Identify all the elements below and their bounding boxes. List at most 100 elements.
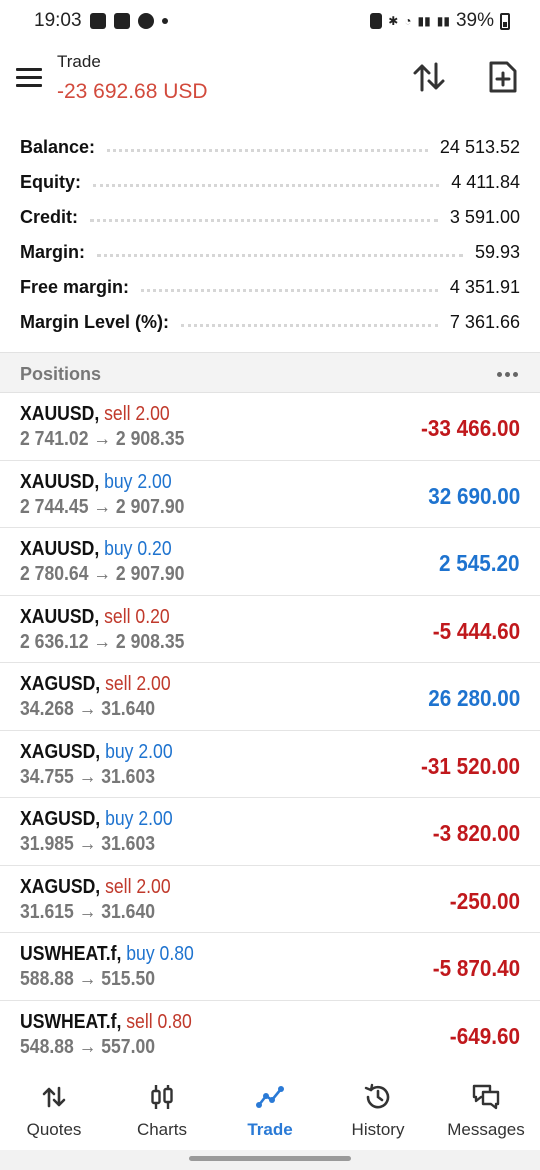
position-profit: 26 280.00 — [427, 685, 520, 711]
position-row[interactable]: XAUUSD, sell 2.00 2 741.02 → 2 908.35 -3… — [0, 393, 540, 461]
position-side: buy 0.20 — [104, 538, 172, 560]
wifi-icon: ◔ — [404, 14, 412, 28]
position-row[interactable]: XAGUSD, buy 2.00 31.985 → 31.603 -3 820.… — [0, 798, 540, 866]
position-symbol: XAGUSD, — [20, 808, 101, 830]
summary-value: 4 351.91 — [449, 277, 520, 297]
nav-charts[interactable]: Charts — [108, 1062, 216, 1152]
battery-icon — [500, 12, 510, 30]
dotted-leader — [141, 289, 438, 292]
menu-icon[interactable] — [16, 68, 42, 88]
position-prices: 31.985 → 31.603 — [20, 833, 156, 855]
page-title: Trade — [57, 52, 101, 71]
dotted-leader — [107, 149, 428, 152]
summary-label: Balance: — [20, 137, 96, 157]
position-prices: 34.755 → 31.603 — [20, 765, 156, 788]
home-indicator[interactable] — [189, 1156, 351, 1161]
nav-label: History — [351, 1120, 405, 1139]
charts-icon — [151, 1085, 173, 1109]
position-side: sell 2.00 — [104, 403, 170, 425]
summary-label: Equity: — [20, 172, 81, 192]
quotes-icon — [42, 1086, 66, 1108]
signal-icon: ▮▮ — [417, 14, 431, 28]
position-profit: -3 820.00 — [432, 820, 520, 846]
position-profit: -250.00 — [449, 887, 520, 914]
position-row[interactable]: USWHEAT.f, buy 0.80 588.88 → 515.50 -5 8… — [0, 933, 540, 1001]
summary-row-balance: Balance: 24 513.52 — [0, 130, 540, 165]
position-row[interactable]: USWHEAT.f, sell 0.80 548.88 → 557.00 -64… — [0, 1001, 540, 1069]
new-order-icon[interactable] — [488, 60, 518, 94]
position-profit: -5 444.60 — [432, 617, 520, 644]
trade-icon — [256, 1086, 284, 1108]
status-bar: 19:03 ✱ ◔ ▮▮ ▮▮ 39% — [0, 0, 540, 42]
position-symbol: XAUUSD, — [20, 605, 100, 628]
nav-label: Messages — [447, 1120, 525, 1139]
status-time: 19:03 — [34, 10, 82, 31]
summary-value: 3 591.00 — [449, 207, 520, 227]
position-side: buy 0.80 — [126, 943, 194, 965]
summary-row-margin: Margin: 59.93 — [0, 235, 540, 270]
nav-quotes[interactable]: Quotes — [0, 1062, 108, 1152]
nav-label: Quotes — [26, 1120, 82, 1139]
positions-header: Positions — [0, 352, 540, 393]
position-profit: -31 520.00 — [421, 752, 520, 779]
summary-label: Margin Level (%): — [20, 312, 170, 332]
more-options-icon[interactable] — [497, 372, 518, 377]
position-row[interactable]: XAGUSD, sell 2.00 34.268 → 31.640 26 280… — [0, 663, 540, 731]
dotted-leader — [90, 219, 438, 222]
total-profit: -23 692.68 USD — [57, 80, 208, 103]
position-profit: -5 870.40 — [432, 955, 520, 981]
battery-percent: 39% — [455, 10, 494, 31]
messages-icon — [472, 1084, 500, 1110]
position-row[interactable]: XAGUSD, buy 2.00 34.755 → 31.603 -31 520… — [0, 731, 540, 798]
position-row[interactable]: XAUUSD, buy 2.00 2 744.45 → 2 907.90 32 … — [0, 461, 540, 528]
position-side: buy 2.00 — [105, 808, 173, 830]
summary-value: 59.93 — [474, 242, 520, 262]
position-row[interactable]: XAUUSD, buy 0.20 2 780.64 → 2 907.90 2 5… — [0, 528, 540, 596]
position-symbol: XAUUSD, — [20, 538, 100, 560]
dotted-leader — [181, 324, 438, 327]
position-symbol: XAUUSD, — [20, 403, 100, 425]
position-row[interactable]: XAGUSD, sell 2.00 31.615 → 31.640 -250.0… — [0, 866, 540, 933]
position-symbol: XAGUSD, — [20, 740, 101, 763]
nav-label: Charts — [136, 1120, 188, 1139]
position-prices: 2 780.64 → 2 907.90 — [20, 563, 185, 585]
summary-row-credit: Credit: 3 591.00 — [0, 200, 540, 235]
sort-icon[interactable] — [412, 60, 446, 94]
summary-value: 4 411.84 — [451, 172, 520, 192]
summary-label: Free margin: — [20, 277, 130, 297]
summary-row-margin-level: Margin Level (%): 7 361.66 — [0, 305, 540, 340]
position-prices: 31.615 → 31.640 — [20, 900, 156, 923]
position-row[interactable]: XAUUSD, sell 0.20 2 636.12 → 2 908.35 -5… — [0, 596, 540, 663]
summary-label: Credit: — [20, 207, 78, 227]
position-side: sell 2.00 — [105, 673, 171, 695]
summary-row-equity: Equity: 4 411.84 — [0, 165, 540, 200]
position-profit: 2 545.20 — [439, 550, 520, 576]
position-symbol: XAGUSD, — [20, 875, 101, 898]
position-symbol: USWHEAT.f, — [20, 943, 122, 965]
lte-signal-icon: ▮▮ — [436, 14, 450, 28]
position-profit: 32 690.00 — [427, 482, 520, 509]
nav-history[interactable]: History — [324, 1062, 432, 1152]
history-icon — [364, 1083, 390, 1109]
position-prices: 548.88 → 557.00 — [20, 1035, 156, 1058]
app-header: Trade -23 692.68 USD — [0, 42, 540, 118]
nav-trade[interactable]: Trade — [216, 1062, 324, 1152]
position-symbol: XAUUSD, — [20, 470, 100, 493]
position-side: sell 0.80 — [126, 1010, 192, 1033]
position-side: buy 2.00 — [105, 740, 173, 763]
summary-value: 24 513.52 — [439, 137, 520, 157]
account-summary: Balance: 24 513.52 Equity: 4 411.84 Cred… — [0, 130, 540, 340]
summary-label: Margin: — [20, 242, 85, 262]
sim-icon — [370, 13, 383, 29]
position-symbol: XAGUSD, — [20, 673, 101, 695]
dotted-leader — [93, 184, 440, 187]
position-side: sell 2.00 — [105, 875, 171, 898]
gesture-bar — [0, 1150, 540, 1170]
dotted-leader — [97, 254, 463, 257]
positions-title: Positions — [20, 364, 102, 384]
position-prices: 2 636.12 → 2 908.35 — [20, 630, 185, 653]
position-prices: 2 741.02 → 2 908.35 — [20, 428, 185, 450]
nav-messages[interactable]: Messages — [432, 1062, 540, 1152]
position-profit: -33 466.00 — [421, 415, 520, 441]
position-prices: 588.88 → 515.50 — [20, 968, 156, 990]
